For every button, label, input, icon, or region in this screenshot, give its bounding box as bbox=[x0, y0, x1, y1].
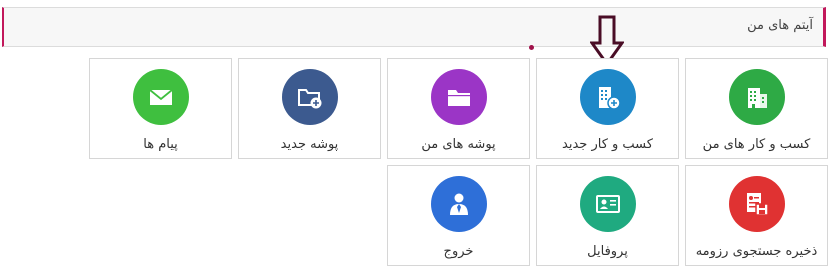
tile-save-resume-search[interactable]: ذخیره جستجوی رزومه bbox=[685, 165, 828, 266]
folder-icon bbox=[430, 69, 487, 125]
tile-messages[interactable]: پیام ها bbox=[89, 58, 232, 159]
logout-user-icon bbox=[430, 176, 487, 232]
resume-save-icon bbox=[728, 176, 785, 232]
envelope-icon bbox=[132, 69, 189, 125]
tile-label: پوشه های من bbox=[421, 137, 496, 152]
tile-label: پوشه جدید bbox=[280, 137, 339, 152]
section-title: آیتم های من bbox=[747, 18, 813, 33]
tile-label: کسب و کار جدید bbox=[562, 137, 653, 152]
tile-label: ذخیره جستجوی رزومه bbox=[695, 244, 818, 259]
tile-label: کسب و کار های من bbox=[702, 137, 811, 152]
tile-profile[interactable]: پروفایل bbox=[536, 165, 679, 266]
section-header: آیتم های من bbox=[2, 7, 826, 47]
tile-new-folder[interactable]: پوشه جدید bbox=[238, 58, 381, 159]
folder-add-icon bbox=[281, 69, 338, 125]
tile-label: خروج bbox=[443, 244, 474, 259]
building-add-icon bbox=[579, 69, 636, 125]
tile-logout[interactable]: خروج bbox=[387, 165, 530, 266]
tile-my-businesses[interactable]: کسب و کار های من bbox=[685, 58, 828, 159]
buildings-icon bbox=[728, 69, 785, 125]
tile-my-folders[interactable]: پوشه های من bbox=[387, 58, 530, 159]
id-card-icon bbox=[579, 176, 636, 232]
tile-label: پیام ها bbox=[143, 137, 178, 152]
tile-new-business[interactable]: کسب و کار جدید bbox=[536, 58, 679, 159]
tile-label: پروفایل bbox=[587, 244, 628, 259]
decorative-dot bbox=[529, 45, 534, 50]
